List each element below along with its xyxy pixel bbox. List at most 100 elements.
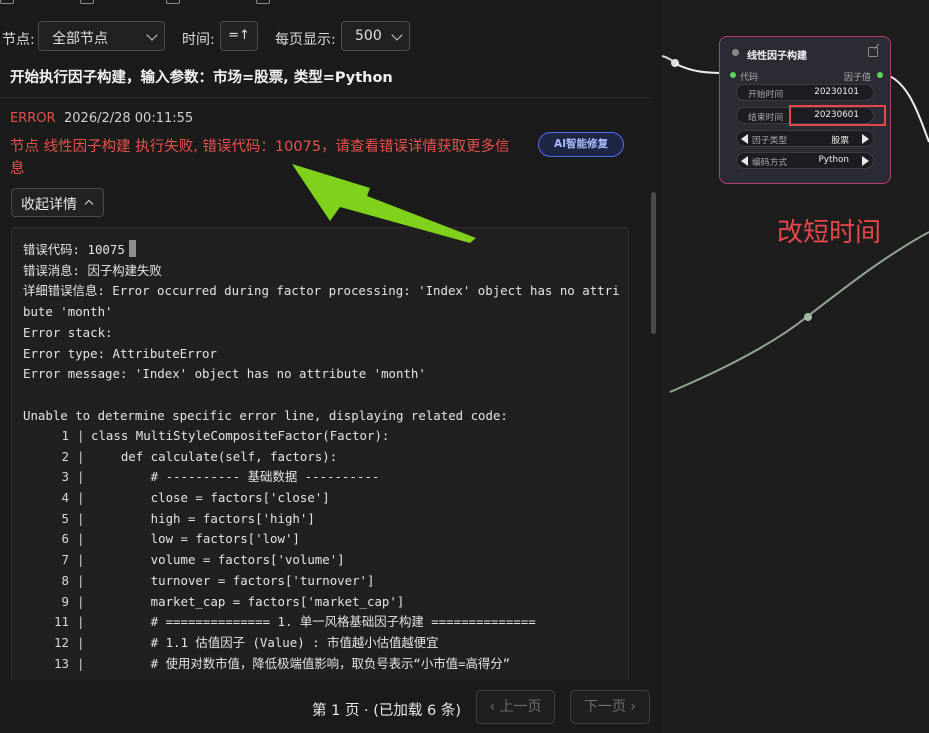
chevron-down-icon [146,29,158,41]
time-sort-button[interactable]: =↑ [220,21,258,51]
next-option-icon[interactable] [862,134,869,144]
edge-lower [669,231,929,393]
node-status-dot [732,49,739,56]
external-link-icon[interactable] [868,47,878,57]
code-listing: 1 | class MultiStyleCompositeFactor(Factor… [23,426,623,674]
next-page-button[interactable]: 下一页 › [570,690,650,724]
line-number: 7 [61,552,69,568]
end-time-highlight-box [789,105,886,126]
line-number: 5 [61,510,69,526]
code-line: 4 | close = factors['close'] [23,488,623,509]
page-size-select[interactable]: 500 [341,21,410,51]
input-port-dot[interactable] [730,72,736,78]
line-number: 11 [54,614,69,630]
error-detail-box[interactable]: 错误代码: 10075 错误消息: 因子构建失败 详细错误信息: Error o… [11,227,629,697]
line-number: 12 [54,634,69,650]
line-separator: | [77,510,85,526]
edge-incoming-2 [675,63,725,74]
level-checkbox-debug[interactable] [166,0,180,4]
line-code: turnover = factors['turnover'] [91,572,375,588]
line-separator: | [77,552,85,568]
node-filter-select[interactable]: 全部节点 [38,21,165,51]
node-field-start-time[interactable]: 开始时间 20230101 [736,84,874,101]
error-detail-body: 错误代码: 10075 错误消息: 因子构建失败 详细错误信息: Error o… [23,240,620,423]
node-field-factor-type[interactable]: 因子类型 股票 [736,130,874,147]
line-code: # 使用对数市值，降低极端值影响，取负号表示“小市值=高得分” [91,655,511,671]
line-code: volume = factors['volume'] [91,552,345,568]
chevron-down-icon [391,29,403,41]
line-number: 2 [61,448,69,464]
code-line: 13 | # 使用对数市值，降低极端值影响，取负号表示“小市值=高得分” [23,654,623,675]
code-line: 9 | market_cap = factors['market_cap'] [23,592,623,613]
collapse-details-button[interactable]: 收起详情 [11,188,104,217]
ai-fix-button[interactable]: AI智能修复 [538,132,624,157]
line-number: 3 [61,469,69,485]
line-separator: | [77,469,85,485]
line-separator: | [77,614,85,630]
level-checkbox-info[interactable] [0,0,14,4]
line-code: market_cap = factors['market_cap'] [91,593,405,609]
level-checkbox-warn[interactable] [80,0,94,4]
field-label: 编码方式 [752,158,788,168]
sort-ascending-icon: =↑ [228,28,250,43]
prev-option-icon[interactable] [741,134,748,144]
line-number: 1 [61,428,69,443]
line-number: 13 [54,655,69,671]
input-port-label: 代码 [740,73,759,83]
code-line: 12 | # 1.1 估值因子 (Value) : 市值越小估值越便宜 [23,633,623,654]
code-line: 11 | # ============== 1. 单一风格基础因子构建 =====… [23,612,623,633]
annotation-text: 改短时间 [777,218,882,248]
log-entry-start: 开始执行因子构建，输入参数：市场=股票, 类型=Python [0,58,651,98]
line-number: 4 [61,490,69,506]
line-separator: | [77,634,85,650]
log-scrollbar[interactable] [651,192,656,334]
node-filter-value: 全部节点 [52,31,108,47]
code-line: 7 | volume = factors['volume'] [23,550,623,571]
line-code: high = factors['high'] [91,510,315,526]
output-port-dot[interactable] [877,72,883,78]
page-info: 第 1 页 · (已加载 6 条) [312,703,462,719]
edge-waypoint [804,313,812,321]
pagination: 第 1 页 · (已加载 6 条) ‹ 上一页 下一页 › [0,680,662,733]
line-code: # 1.1 估值因子 (Value) : 市值越小估值越便宜 [91,634,439,650]
error-message: 节点 线性因子构建 执行失败, 错误代码：10075，请查看错误详情获取更多信息 [10,139,510,177]
time-filter-label: 时间: [182,32,215,48]
line-separator: | [77,655,85,671]
log-panel: 节点: 全部节点 时间: =↑ 每页显示: 500 开始执行因子构建，输入参数：… [0,0,662,733]
next-option-icon[interactable] [862,156,869,166]
line-separator: | [77,448,85,464]
line-separator: | [77,531,85,547]
log-entry-text: 开始执行因子构建，输入参数：市场=股票, 类型=Python [10,70,393,86]
line-code: # ============== 1. 单一风格基础因子构建 =========… [91,614,536,630]
level-filter-row [0,0,662,4]
error-detail-text: 错误代码: 10075 错误消息: 因子构建失败 详细错误信息: Error o… [23,240,623,426]
field-label: 因子类型 [752,136,788,146]
log-timestamp: 2026/2/28 00:11:55 [64,111,194,126]
node-field-encoding[interactable]: 编码方式 Python [736,152,874,169]
prev-option-icon[interactable] [741,156,748,166]
line-separator: | [77,572,85,588]
level-checkbox-error[interactable] [256,0,270,4]
prev-page-button[interactable]: ‹ 上一页 [476,690,555,724]
code-line: 5 | high = factors['high'] [23,509,623,530]
code-line: 3 | # ---------- 基础数据 ---------- [23,467,623,488]
line-code: class MultiStyleCompositeFactor(Factor): [91,428,390,443]
code-line: 1 | class MultiStyleCompositeFactor(Factor… [23,426,623,447]
line-number: 9 [61,593,69,609]
text-cursor [128,240,136,257]
line-code: close = factors['close'] [91,490,330,506]
node-title: 线性因子构建 [747,51,807,62]
line-separator: | [77,593,85,609]
field-label: 结束时间 [748,113,784,123]
line-code: def calculate(self, factors): [91,448,338,464]
field-value: 20230101 [814,87,859,97]
line-code: low = factors['low'] [91,531,300,547]
line-separator: | [77,428,85,443]
chevron-up-icon [84,199,94,209]
line-separator: | [77,490,85,506]
filter-bar: 节点: 全部节点 时间: =↑ 每页显示: 500 [0,21,662,53]
line-code: # ---------- 基础数据 ---------- [91,469,380,485]
code-line: 6 | low = factors['low'] [23,529,623,550]
code-line: 8 | turnover = factors['turnover'] [23,571,623,592]
line-number: 6 [61,531,69,547]
